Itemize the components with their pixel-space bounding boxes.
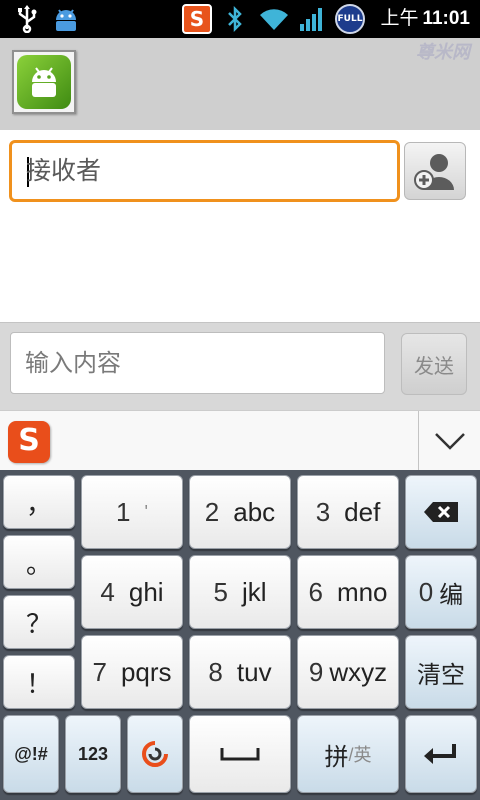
numbers-key[interactable]: 123 <box>65 715 121 793</box>
ime-candidate-bar: S <box>0 410 480 471</box>
key-6-letters: mno <box>336 576 388 607</box>
key-7-letters: pqrs <box>120 656 172 687</box>
add-contact-icon <box>414 154 454 190</box>
key-5-num: 5 <box>213 576 228 607</box>
key-4-letters: ghi <box>128 576 164 607</box>
bluetooth-icon <box>224 4 246 34</box>
key-9-num: 9 <box>308 656 324 687</box>
key-1-symbol: ' <box>144 501 148 522</box>
enter-key[interactable] <box>405 715 477 793</box>
usb-icon <box>12 4 42 34</box>
key-9[interactable]: 9 wxyz <box>297 635 399 709</box>
compose-header <box>0 38 480 130</box>
wifi-icon <box>258 4 290 34</box>
clear-key-label: 清空 <box>417 661 465 689</box>
key-2-num: 2 <box>204 496 220 527</box>
full-battery-icon: FULL <box>333 4 367 34</box>
signal-icon <box>298 4 326 34</box>
sogou-status-letter: S <box>182 4 212 34</box>
backspace-icon <box>424 502 458 522</box>
numbers-key-label: 123 <box>77 743 109 764</box>
sogou-logo-button[interactable]: S <box>8 421 50 463</box>
key-8-letters: tuv <box>236 656 272 687</box>
key-comma-label: ， <box>25 488 52 519</box>
compose-bar: 输入内容 发送 <box>0 322 480 410</box>
key-exclaim-label: ！ <box>25 668 52 699</box>
status-bar: S FULL 上午 11:01 <box>0 0 480 38</box>
sogou-swirl-icon <box>142 741 168 767</box>
english-label: /英 <box>348 745 372 765</box>
key-2[interactable]: 2 abc <box>189 475 291 549</box>
key-1[interactable]: 1 ' <box>81 475 183 549</box>
key-question-label: ？ <box>25 608 52 639</box>
key-6[interactable]: 6 mno <box>297 555 399 629</box>
key-7-num: 7 <box>92 656 107 687</box>
key-7[interactable]: 7 pqrs <box>81 635 183 709</box>
key-4-num: 4 <box>100 576 115 607</box>
key-comma[interactable]: ， <box>3 475 75 529</box>
key-3-num: 3 <box>315 496 331 527</box>
enter-icon <box>424 744 456 764</box>
keyboard-collapse-button[interactable] <box>418 411 480 471</box>
key-5-letters: jkl <box>241 576 267 607</box>
key-period[interactable]: 。 <box>3 535 75 589</box>
key-9-letters: wxyz <box>329 656 388 687</box>
key-8[interactable]: 8 tuv <box>189 635 291 709</box>
symbols-key[interactable]: @!# <box>3 715 59 793</box>
key-0-num: 0 <box>418 576 434 607</box>
key-3-letters: def <box>344 496 381 527</box>
chevron-down-icon <box>434 433 465 450</box>
backspace-key[interactable] <box>405 475 477 549</box>
key-question[interactable]: ？ <box>3 595 75 649</box>
sogou-ime-icon: S <box>181 4 213 34</box>
clock-ampm: 上午 <box>380 8 419 29</box>
key-0[interactable]: 0编 <box>405 555 477 629</box>
message-placeholder: 输入内容 <box>25 349 121 377</box>
sogou-settings-key[interactable] <box>127 715 183 793</box>
key-exclaim[interactable]: ！ <box>3 655 75 709</box>
android-debug-icon <box>50 4 82 34</box>
symbols-key-label: @!# <box>14 743 48 764</box>
ime-keyboard: ， 。 ？ ！ 1 ' 2 abc 3 def 4 ghi 5 jkl 6 mno 0编 7… <box>0 470 480 800</box>
message-input[interactable]: 输入内容 <box>10 332 385 394</box>
key-period-label: 。 <box>25 548 52 579</box>
key-5[interactable]: 5 jkl <box>189 555 291 629</box>
recipient-placeholder: 接收者 <box>26 156 102 185</box>
key-0-label: 编 <box>439 581 464 609</box>
space-key[interactable] <box>189 715 291 793</box>
recipient-input[interactable]: 接收者 <box>9 140 400 202</box>
contact-avatar[interactable] <box>12 50 76 114</box>
pinyin-label: 拼 <box>324 743 349 771</box>
space-icon <box>220 748 260 761</box>
send-button[interactable]: 发送 <box>401 333 467 395</box>
key-8-num: 8 <box>208 656 223 687</box>
watermark: 尊米网 <box>416 42 470 63</box>
key-4[interactable]: 4 ghi <box>81 555 183 629</box>
key-6-num: 6 <box>308 576 323 607</box>
key-1-num: 1 <box>116 496 131 527</box>
status-clock: 上午 11:01 <box>380 0 470 38</box>
full-badge: FULL <box>335 4 365 34</box>
pinyin-english-toggle-key[interactable]: 拼/英 <box>297 715 399 793</box>
clock-time: 11:01 <box>422 8 470 29</box>
clear-key[interactable]: 清空 <box>405 635 477 709</box>
key-3[interactable]: 3 def <box>297 475 399 549</box>
key-2-letters: abc <box>233 496 276 527</box>
add-contact-button[interactable] <box>404 142 466 200</box>
android-avatar-icon <box>17 55 71 109</box>
